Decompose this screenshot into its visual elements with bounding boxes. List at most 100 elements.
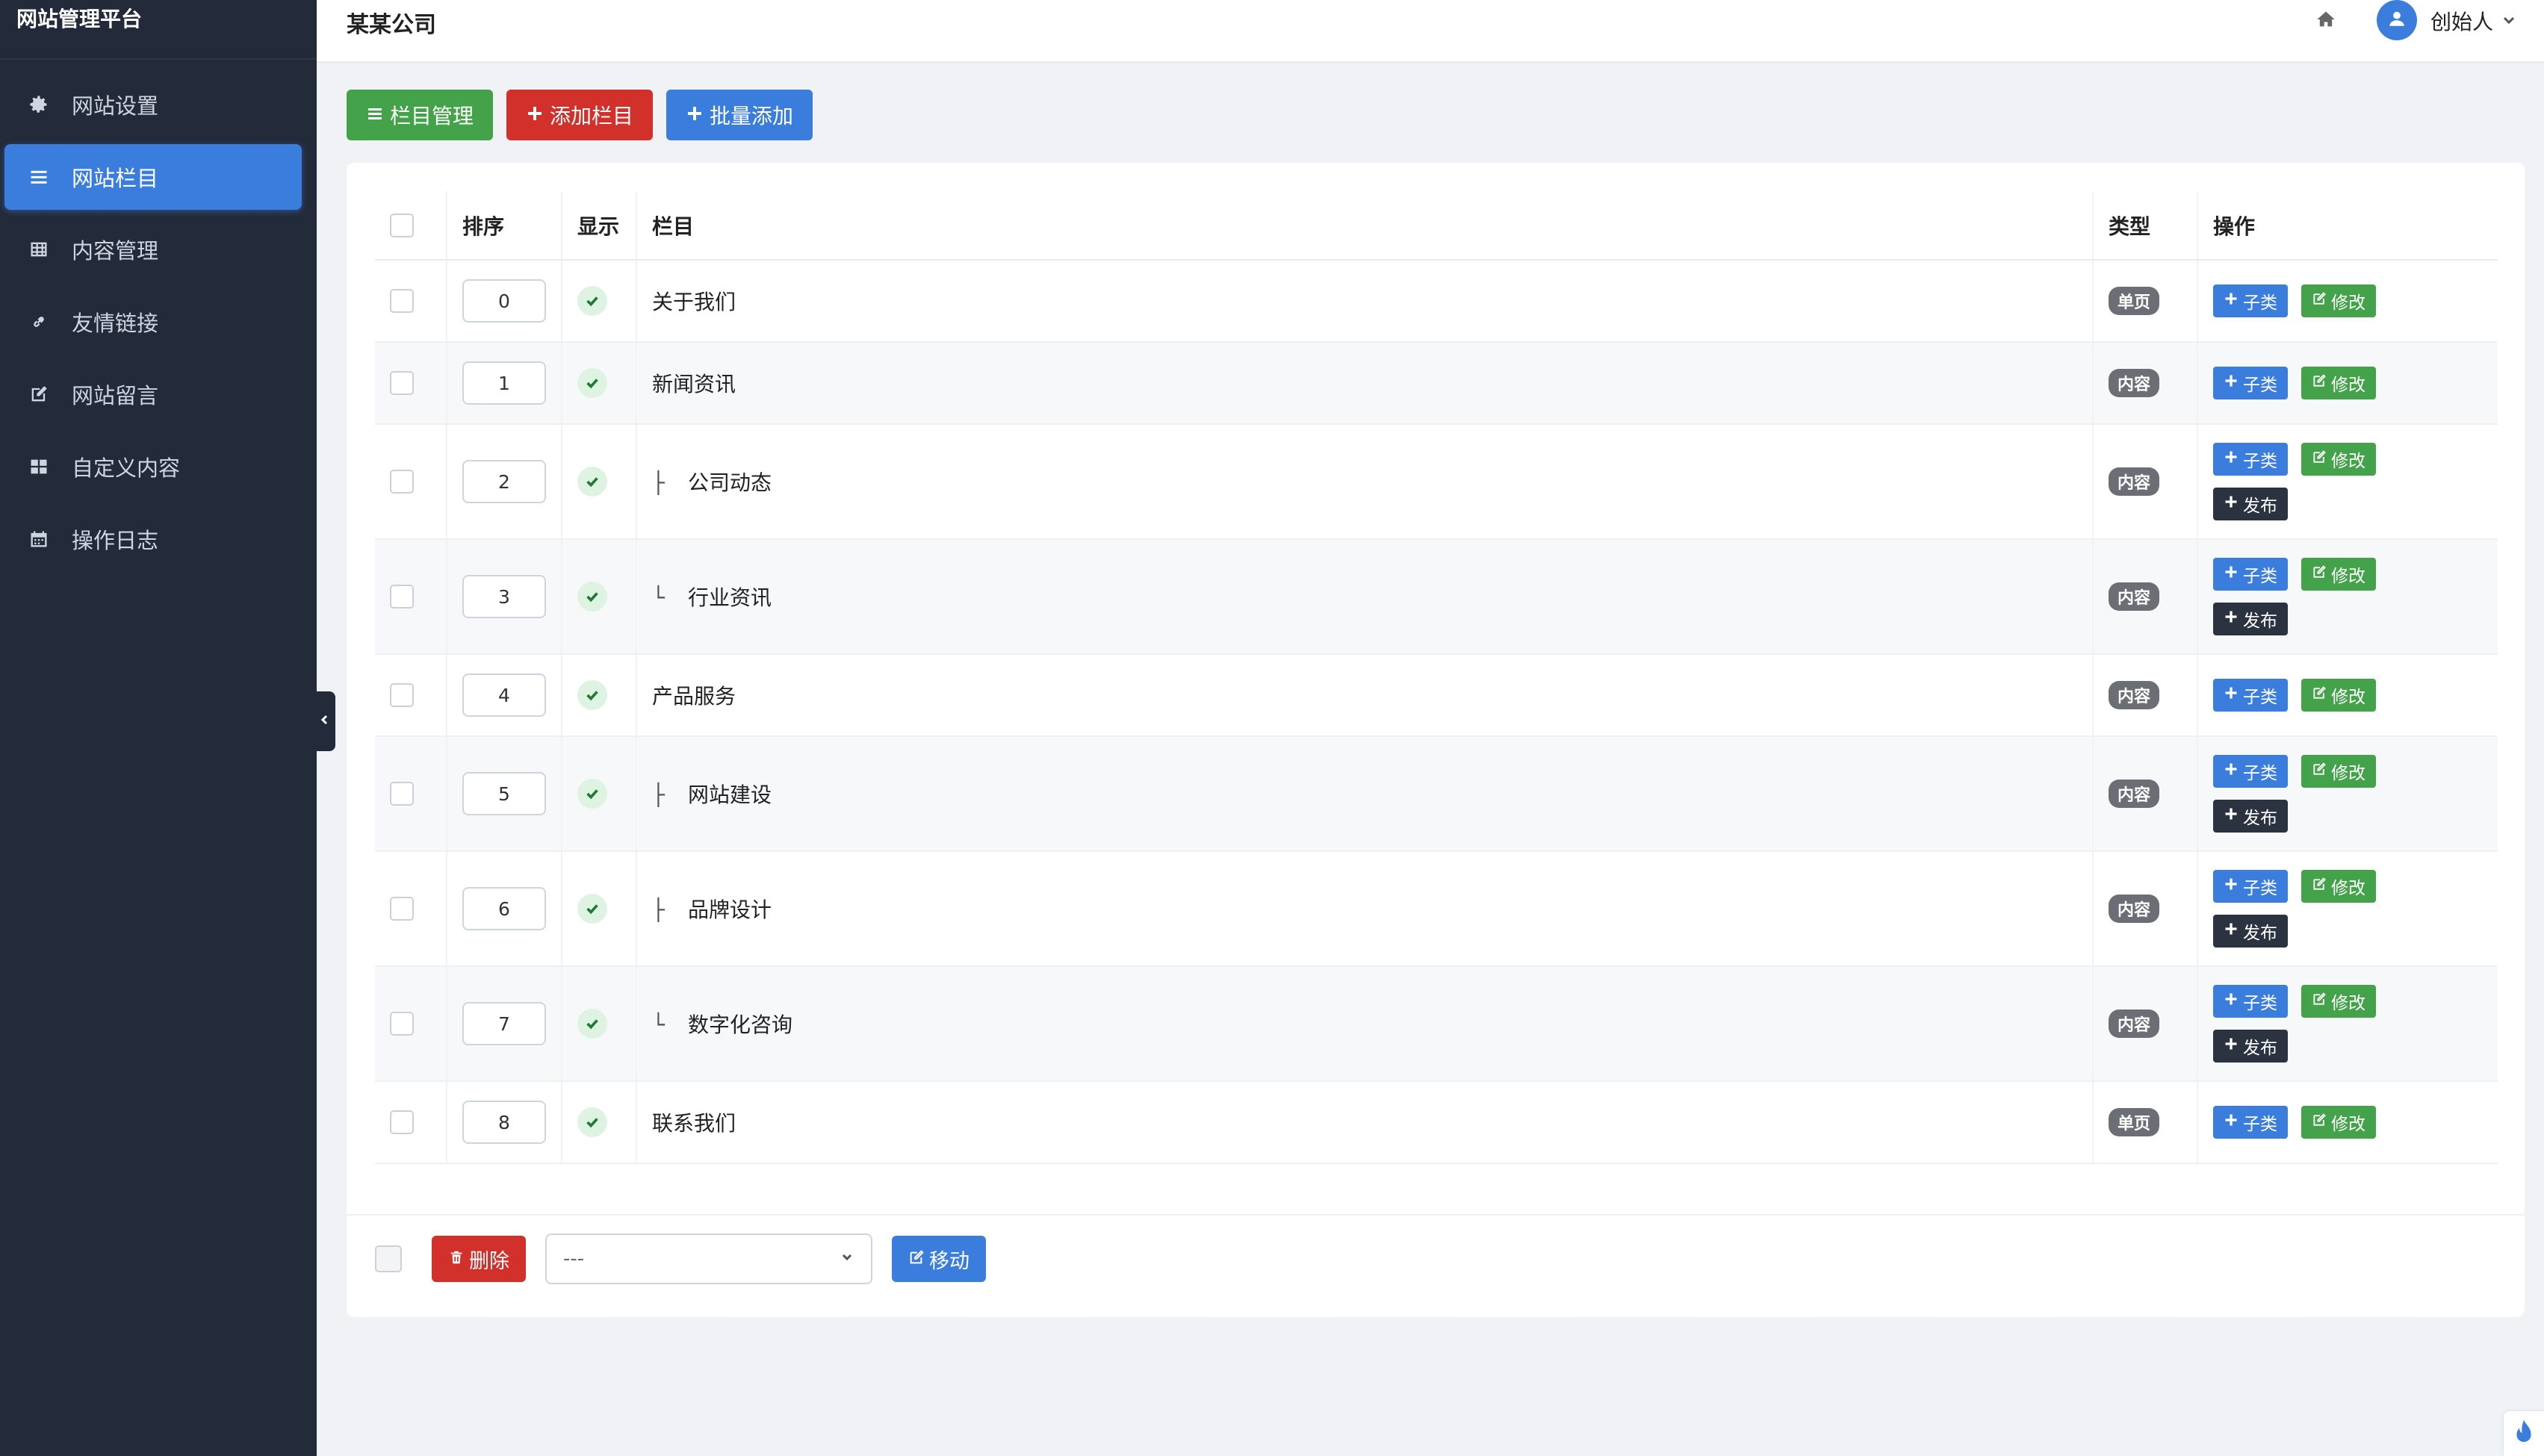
sort-input[interactable] [462,575,546,618]
avatar[interactable] [2377,0,2417,40]
add-child-button[interactable]: 子类 [2213,870,2288,903]
column-name: 行业资讯 [688,585,772,610]
type-cell: 单页 [2093,260,2198,343]
check-icon[interactable] [577,680,607,710]
edit-button[interactable]: 修改 [2301,755,2376,788]
sort-input[interactable] [462,1101,546,1144]
sort-input[interactable] [462,772,546,815]
row-actions: 子类 修改 [2213,679,2407,712]
publish-button[interactable]: 发布 [2213,915,2288,948]
sort-input[interactable] [462,887,546,930]
add-child-button[interactable]: 子类 [2213,679,2288,712]
select-cell [375,539,447,655]
row-actions: 子类 修改 发布 [2213,985,2407,1063]
publish-button[interactable]: 发布 [2213,488,2288,520]
publish-button[interactable]: 发布 [2213,800,2288,833]
check-icon[interactable] [577,1009,607,1039]
edit-icon [2312,877,2331,896]
username[interactable]: 创始人 [2430,6,2493,36]
row-checkbox[interactable] [390,897,414,921]
edit-icon [2312,992,2331,1011]
add-child-button[interactable]: 子类 [2213,755,2288,788]
add-child-button[interactable]: 子类 [2213,367,2288,399]
tree-connector: ├ [652,470,665,495]
column-manage-button[interactable]: 栏目管理 [347,90,494,140]
row-checkbox[interactable] [390,371,414,395]
check-icon[interactable] [577,467,607,497]
select-cell [375,966,447,1082]
flame-icon [2513,1419,2535,1449]
sidebar-item-custom-content[interactable]: 自定义内容 [4,434,302,500]
sidebar-item-logs[interactable]: 操作日志 [4,506,302,572]
publish-button[interactable]: 发布 [2213,1030,2288,1063]
sort-input[interactable] [462,673,546,717]
name-cell: ├ 网站建设 [636,736,2094,852]
sidebar-item-site-settings[interactable]: 网站设置 [4,72,302,137]
sort-input[interactable] [462,1002,546,1045]
sidebar-item-content[interactable]: 内容管理 [4,217,302,282]
row-checkbox[interactable] [390,1012,414,1036]
select-all-checkbox[interactable] [390,213,414,237]
add-child-button[interactable]: 子类 [2213,1106,2288,1139]
add-child-button[interactable]: 子类 [2213,443,2288,476]
move-target-select[interactable]: --- [545,1233,872,1284]
edit-button[interactable]: 修改 [2301,367,2376,399]
bulk-select-checkbox[interactable] [375,1245,402,1272]
type-badge: 内容 [2109,681,2160,709]
sort-input[interactable] [462,460,546,503]
corner-widget[interactable] [2504,1411,2544,1456]
edit-button[interactable]: 修改 [2301,443,2376,476]
row-checkbox[interactable] [390,289,414,313]
sidebar-item-label: 自定义内容 [72,455,181,481]
add-child-button[interactable]: 子类 [2213,284,2288,317]
publish-button[interactable]: 发布 [2213,603,2288,635]
check-icon[interactable] [577,1107,607,1137]
edit-icon [2312,564,2331,584]
sidebar-item-site-columns[interactable]: 网站栏目 [4,144,302,210]
sort-cell [447,424,562,540]
ops-cell: 子类 修改 [2197,342,2498,425]
sidebar-item-messages[interactable]: 网站留言 [4,361,302,427]
move-button[interactable]: 移动 [892,1236,986,1282]
sort-input[interactable] [462,279,546,323]
sort-input[interactable] [462,361,546,405]
check-icon[interactable] [577,368,607,398]
home-icon[interactable] [2315,9,2336,30]
add-child-button[interactable]: 子类 [2213,558,2288,591]
plus-icon [2224,373,2243,393]
toolbar: 栏目管理 添加栏目 批量添加 [347,90,813,140]
type-cell: 内容 [2093,654,2198,737]
sort-cell [447,342,562,425]
batch-add-button[interactable]: 批量添加 [666,90,813,140]
delete-button[interactable]: 删除 [432,1236,526,1282]
sidebar-collapse-toggle[interactable] [314,691,335,751]
chevron-down-icon[interactable] [2501,12,2517,28]
select-cell [375,736,447,852]
type-cell: 内容 [2093,966,2198,1082]
ops-cell: 子类 修改 发布 [2197,966,2498,1082]
edit-button[interactable]: 修改 [2301,985,2376,1018]
check-icon[interactable] [577,894,607,924]
add-child-button[interactable]: 子类 [2213,985,2288,1018]
check-icon[interactable] [577,286,607,316]
row-checkbox[interactable] [390,470,414,494]
show-header: 显示 [562,191,637,261]
row-checkbox[interactable] [390,1110,414,1134]
add-column-button[interactable]: 添加栏目 [506,90,654,140]
name-cell: 产品服务 [636,654,2094,737]
edit-button[interactable]: 修改 [2301,679,2376,712]
ops-cell: 子类 修改 [2197,1081,2498,1164]
edit-button[interactable]: 修改 [2301,558,2376,591]
sidebar-item-label: 网站栏目 [72,166,159,191]
edit-button[interactable]: 修改 [2301,1106,2376,1139]
sidebar-item-links[interactable]: 友情链接 [4,289,302,355]
edit-button[interactable]: 修改 [2301,870,2376,903]
column-table: 排序 显示 栏目 类型 操作 关于我们单页子类修改新闻资讯内容子类修改├公司动态… [375,191,2498,1164]
row-checkbox[interactable] [390,683,414,707]
edit-button[interactable]: 修改 [2301,284,2376,317]
check-icon[interactable] [577,779,607,809]
row-checkbox[interactable] [390,782,414,806]
type-badge: 内容 [2109,895,2160,923]
row-checkbox[interactable] [390,585,414,609]
check-icon[interactable] [577,582,607,612]
